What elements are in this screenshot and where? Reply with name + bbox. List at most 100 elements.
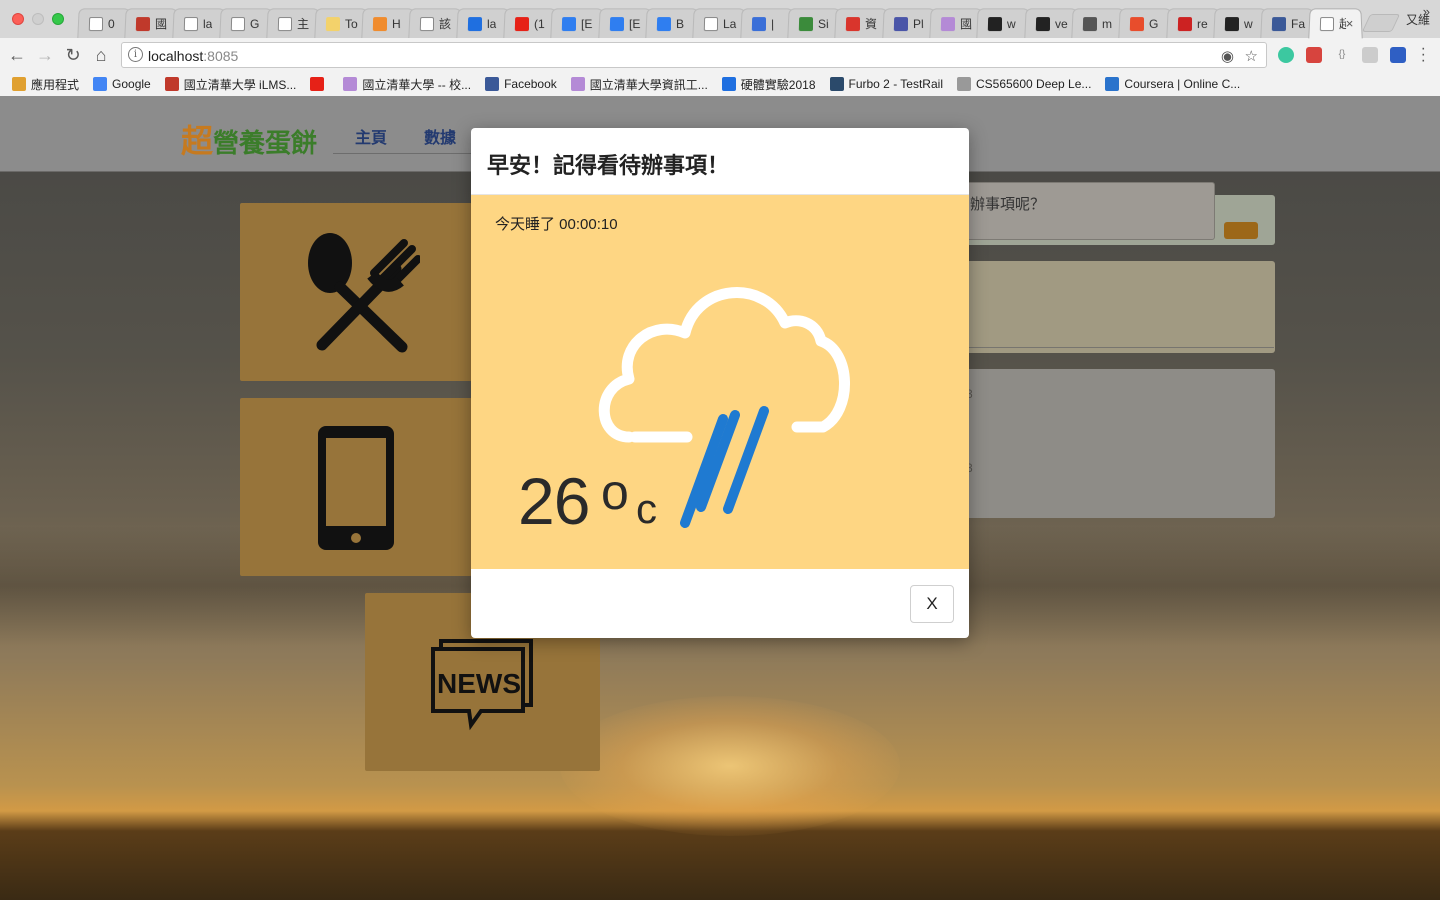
browser-tab[interactable]: 主 [267, 8, 322, 38]
tab-title: 該 [439, 15, 451, 32]
browser-tab[interactable]: w [977, 8, 1032, 38]
location-icon[interactable]: ◉ [1221, 47, 1234, 65]
tab-title: la [487, 17, 497, 31]
browser-tab[interactable]: Fa [1260, 8, 1315, 38]
bookmark-item[interactable]: Facebook [485, 77, 557, 91]
tab-title: 0 [108, 17, 115, 31]
bookmark-item[interactable]: 應用程式 [12, 76, 79, 93]
tab-title: H [392, 17, 401, 31]
bookmark-item[interactable]: Coursera | Online C... [1105, 77, 1240, 91]
github-icon [1035, 17, 1049, 31]
site-info-icon[interactable]: i [128, 47, 143, 62]
back-icon[interactable]: ← [6, 44, 28, 66]
extension-bookmark-icon[interactable] [1390, 47, 1406, 63]
tab-title: (1 [534, 17, 545, 31]
tab-title: m [1102, 17, 1112, 31]
google-icon [93, 77, 107, 91]
extension-json-icon[interactable]: {} [1334, 47, 1350, 63]
youtube-icon [310, 77, 324, 91]
bookmark-label: 硬體實驗2018 [741, 76, 816, 93]
extension-grammarly-icon[interactable] [1278, 47, 1294, 63]
testrail-icon [830, 77, 844, 91]
bookmark-item[interactable]: CS565600 Deep Le... [957, 77, 1091, 91]
tab-title: [E [629, 17, 641, 31]
ilms-icon [165, 77, 179, 91]
browser-chrome: 0 國 la G 主 To H 該 la (1 [E [E B La | Si 資 Pl 國 w ve m Gre w Fa 超 ×… [0, 0, 1440, 96]
confluence-icon [657, 17, 671, 31]
temperature-degree: o [601, 463, 629, 521]
temperature-unit: c [636, 485, 657, 533]
home-icon[interactable]: ⌂ [90, 44, 112, 66]
tabs-container: 0 國 la G 主 To H 該 la (1 [E [E B La | Si 資 Pl 國 w ve m Gre w Fa 超 × [78, 8, 1356, 38]
tab-title: G [250, 17, 260, 31]
extension-red-icon[interactable] [1306, 47, 1322, 63]
new-tab-button[interactable] [1362, 14, 1400, 32]
browser-tab[interactable]: [E [598, 8, 653, 38]
browser-tab[interactable]: La [693, 8, 748, 38]
tab-title: | [771, 17, 774, 31]
tab-title: La [723, 17, 737, 31]
nthu-icon [571, 77, 585, 91]
bookmark-star-icon[interactable]: ☆ [1245, 47, 1258, 65]
tab-active[interactable]: 超 × [1308, 8, 1363, 38]
nthu-icon [343, 77, 357, 91]
bookmark-item[interactable]: Furbo 2 - TestRail [830, 77, 943, 91]
youtube-icon [515, 17, 529, 31]
tab-title: Pl [913, 17, 924, 31]
facebook-icon [1272, 17, 1286, 31]
tab-title: w [1007, 17, 1016, 31]
bookmark-item[interactable]: 國立清華大學資訊工... [571, 76, 708, 93]
tab-title: G [1149, 17, 1159, 31]
url-text[interactable]: localhost:8085 [148, 48, 238, 64]
sleep-duration: 今天睡了 00:00:10 [495, 213, 618, 234]
browser-toolbar: ← → ↻ ⌂ i localhost:8085 ◉ ☆ {} · · · [0, 38, 1440, 72]
bookmark-item[interactable]: 國立清華大學 iLMS... [165, 76, 297, 93]
browser-tab[interactable]: | [740, 8, 795, 38]
jira-icon [609, 17, 623, 31]
tab-title: ve [1055, 17, 1068, 31]
browser-tab[interactable]: ve [1024, 8, 1079, 38]
minimize-window-button[interactable] [32, 13, 44, 25]
close-window-button[interactable] [12, 13, 24, 25]
browser-tab[interactable]: Pl [882, 8, 937, 38]
todo-icon [325, 17, 339, 31]
forward-icon[interactable]: → [34, 44, 56, 66]
tab-title: la [203, 17, 213, 31]
browser-tab[interactable]: [E [551, 8, 606, 38]
bookmarks-bar: 應用程式 Google 國立清華大學 iLMS... 國立清華大學 -- 校... Fa… [0, 72, 1440, 96]
address-bar[interactable]: i localhost:8085 ◉ ☆ [121, 42, 1267, 68]
browser-tab[interactable]: G [1119, 8, 1174, 38]
browser-tab[interactable]: 該 [409, 8, 464, 38]
tab-strip: 0 國 la G 主 To H 該 la (1 [E [E B La | Si 資 Pl 國 w ve m Gre w Fa 超 ×… [0, 0, 1440, 38]
browser-tab[interactable]: 國 [125, 8, 180, 38]
browser-tab[interactable]: re [1166, 8, 1221, 38]
reload-icon[interactable]: ↻ [62, 44, 84, 66]
modal-title: 早安！記得看待辦事項！ [487, 148, 729, 180]
bookmark-item[interactable]: 硬體實驗2018 [722, 76, 816, 93]
browser-menu-icon[interactable]: · · · [1421, 46, 1426, 64]
tab-title: To [345, 17, 358, 31]
extension-gray-icon[interactable] [1362, 47, 1378, 63]
tab-title: 國 [155, 15, 167, 32]
modal-body: 今天睡了 00:00:10 26 o c [471, 195, 969, 569]
nthu-icon [957, 77, 971, 91]
bookmark-label: Google [112, 77, 151, 91]
tab-title: Fa [1291, 17, 1305, 31]
modal-header: 早安！記得看待辦事項！ [471, 128, 969, 195]
bookmark-label: 國立清華大學 -- 校... [362, 76, 471, 93]
tab-title: w [1244, 17, 1253, 31]
bookmark-item[interactable]: 國立清華大學 -- 校... [343, 76, 471, 93]
tab-title: [E [581, 17, 593, 31]
close-modal-button[interactable]: X [910, 585, 954, 623]
bookmark-label: 應用程式 [31, 76, 79, 93]
apps-icon [12, 77, 26, 91]
maximize-window-button[interactable] [52, 13, 64, 25]
close-tab-icon[interactable]: × [1345, 16, 1353, 31]
tab-title: B [676, 17, 684, 31]
tab-title: Si [818, 17, 829, 31]
bookmark-item[interactable]: Google [93, 77, 151, 91]
bookmarks-overflow-icon[interactable]: » [1423, 4, 1430, 19]
bookmark-item[interactable] [310, 77, 329, 91]
browser-tab[interactable]: 資 [835, 8, 890, 38]
document-icon [183, 17, 197, 31]
